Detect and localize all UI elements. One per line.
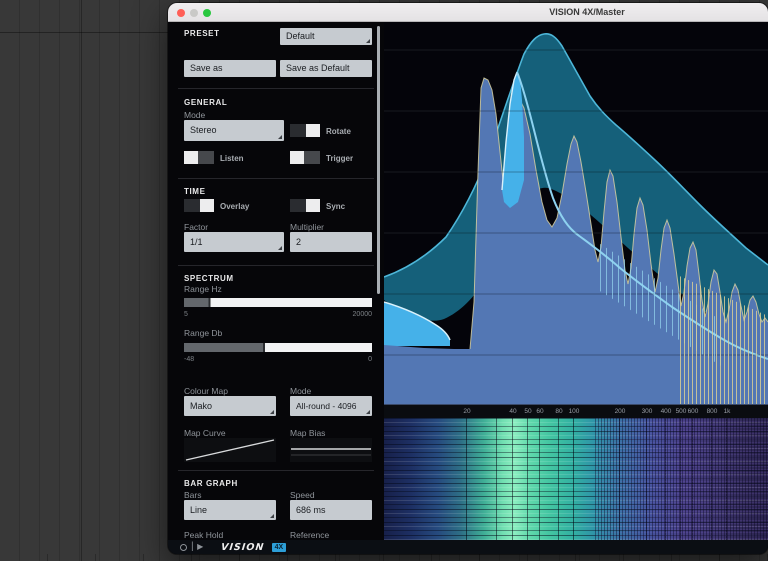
rotate-toggle-knob [306,124,320,137]
general-section-header: GENERAL [184,98,227,107]
daw-timeline-ticks [0,554,768,561]
overlay-label: Overlay [220,202,249,211]
mode-label: Mode [184,110,205,120]
trigger-label: Trigger [326,154,353,163]
range-db-max: 0 [368,356,372,363]
range-hz-label: Range Hz [184,284,222,294]
speed-label: Speed [290,490,315,500]
plugin-window: VISION 4X/Master PRESET Default Save as … [168,3,768,554]
plugin-content: PRESET Default Save as Save as Default G… [168,22,768,554]
rotate-toggle[interactable] [290,124,320,137]
listen-toggle-knob [184,151,198,164]
bars-label: Bars [184,490,201,500]
zoom-window-button[interactable] [203,9,211,17]
spectrum-section-header: SPECTRUM [184,274,234,283]
range-db-label: Range Db [184,328,222,338]
mode-dropdown[interactable]: Stereo [184,120,284,141]
freq-tick-label: 300 [642,408,653,415]
colour-mode-dropdown[interactable]: All-round - 4096 [290,396,372,416]
reference-label: Reference [290,530,329,540]
freq-tick-label: 200 [615,408,626,415]
spectrogram[interactable] [384,418,768,540]
sync-toggle[interactable] [290,199,320,212]
colour-mode-label: Mode [290,386,311,396]
factor-dropdown[interactable]: 1/1 [184,232,284,252]
freq-tick-label: 20 [463,408,470,415]
sync-label: Sync [326,202,345,211]
close-window-button[interactable] [177,9,185,17]
range-hz-max: 20000 [353,311,372,318]
save-as-button[interactable]: Save as [184,60,276,77]
sync-toggle-knob [306,199,320,212]
minimize-window-button[interactable] [190,9,198,17]
bar-graph-section-header: BAR GRAPH [184,479,238,488]
freq-tick-label: 400 [661,408,672,415]
play-icon[interactable]: ▏▶ [192,543,202,551]
freq-tick-label: 40 [509,408,516,415]
freq-tick-label: 80 [555,408,562,415]
window-title: VISION 4X/Master [549,7,625,17]
time-section-header: TIME [184,187,206,196]
footer-bar-right [384,540,768,554]
window-titlebar[interactable]: VISION 4X/Master [168,3,768,22]
multiplier-label: Multiplier [290,222,324,232]
colour-map-dropdown[interactable]: Mako [184,396,276,416]
section-divider [178,88,374,89]
range-hz-min: 5 [184,311,188,318]
speed-field[interactable]: 686 ms [290,500,372,520]
freq-tick-label: 100 [569,408,580,415]
map-bias-label: Map Bias [290,428,325,438]
peak-hold-label: Peak Hold [184,530,223,540]
rotate-label: Rotate [326,127,351,136]
overlay-toggle-knob [200,199,214,212]
freq-tick-label: 600 [688,408,699,415]
overlay-toggle[interactable] [184,199,214,212]
map-curve-label: Map Curve [184,428,226,438]
panel-scrollbar[interactable] [377,26,380,294]
freq-tick-label: 500 [676,408,687,415]
section-divider [178,178,374,179]
vision-4x-badge: 4X [272,543,287,552]
map-bias-editor[interactable] [290,438,372,462]
freq-tick-label: 60 [536,408,543,415]
frequency-axis: 20 40 50 60 80 100 200 300 400 500 600 8… [384,404,768,418]
range-hz-slider[interactable] [184,298,372,307]
trigger-toggle-knob [290,151,304,164]
footer-bar: ▏▶ VISION 4X [168,540,384,554]
bars-dropdown[interactable]: Line [184,500,276,520]
freq-tick-label: 50 [524,408,531,415]
preset-section-header: PRESET [184,29,220,38]
section-divider [178,265,374,266]
vision-logo: VISION [221,542,265,553]
record-icon[interactable] [180,544,187,551]
trigger-toggle[interactable] [290,151,320,164]
factor-label: Factor [184,222,208,232]
listen-label: Listen [220,154,244,163]
section-divider [178,470,374,471]
range-db-slider[interactable] [184,343,372,352]
visualizer-area: 20 40 50 60 80 100 200 300 400 500 600 8… [384,22,768,554]
map-curve-line [186,440,274,460]
listen-toggle[interactable] [184,151,214,164]
colour-map-label: Colour Map [184,386,228,396]
map-curve-editor[interactable] [184,438,276,462]
freq-tick-label: 1k [724,408,731,415]
multiplier-field[interactable]: 2 [290,232,372,252]
preset-dropdown[interactable]: Default [280,28,372,45]
freq-tick-label: 800 [707,408,718,415]
save-as-default-button[interactable]: Save as Default [280,60,372,77]
range-db-min: -48 [184,356,194,363]
spectrogram-texture [595,418,768,540]
settings-panel: PRESET Default Save as Save as Default G… [168,22,384,554]
